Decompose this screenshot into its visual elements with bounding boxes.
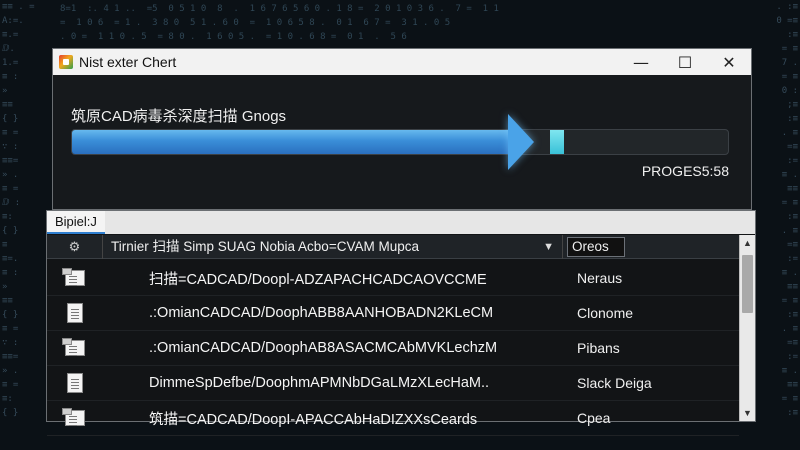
row-status: Neraus xyxy=(577,270,623,286)
progress-fill xyxy=(72,130,510,154)
row-status: Cpea xyxy=(577,410,611,426)
column-header: ⚙ Tirnier 扫描 Simp SUAG Nobia Acbo=CVAM M… xyxy=(47,234,739,259)
scroll-up-icon[interactable]: ▲ xyxy=(740,235,755,251)
scanner-window: Nist exter Chert — ☐ ✕ 筑原CAD病毒杀深度扫描 Gnog… xyxy=(52,48,752,210)
minimize-button[interactable]: — xyxy=(619,49,663,75)
row-status: Clonome xyxy=(577,305,634,321)
file-document-icon xyxy=(67,303,83,323)
file-stack-icon xyxy=(62,408,85,426)
progress-readout: PROGES5:58 xyxy=(641,163,729,179)
title-bar: Nist exter Chert — ☐ ✕ xyxy=(53,49,751,75)
row-path: .:OmianCADCAD/DoophAB8ASACMCAbMVKLechzM xyxy=(149,340,498,356)
row-status: Slack Deiga xyxy=(577,375,652,391)
maximize-button[interactable]: ☐ xyxy=(663,49,707,75)
file-stack-icon xyxy=(62,268,85,286)
column-status-header[interactable]: Oreos xyxy=(567,236,625,257)
table-row[interactable]: .:OmianCADCAD/DoophAB8ASACMCAbMVKLechzM … xyxy=(47,331,739,366)
background-code-top: 8=1 :. 4 1 .. =5 0 5 1 0 8 . 1 6 7 6 5 6… xyxy=(60,4,499,42)
background-code-left: ≡≡ . = A:=. ≡.= ⅅ. 1.= ≡ : » ≡≡ { } ≡ = … xyxy=(2,2,35,418)
table-row[interactable]: 筑描=CADCAD/DoopI-APACCAbHaDIZXXsCeards Cp… xyxy=(47,401,739,436)
scroll-thumb[interactable] xyxy=(742,255,753,313)
results-panel: Bipiel:J ⚙ Tirnier 扫描 Simp SUAG Nobia Ac… xyxy=(46,210,756,436)
table-row[interactable]: 扫描=CADCAD/Doopl-ADZAPACHCADCAOVCCME Nera… xyxy=(47,261,739,296)
scan-progress-bar xyxy=(71,114,729,170)
tab-results[interactable]: Bipiel:J xyxy=(47,211,105,234)
row-path: 筑描=CADCAD/DoopI-APACCAbHaDIZXXsCeards xyxy=(149,411,478,428)
file-document-icon xyxy=(67,373,83,393)
scroll-down-icon[interactable]: ▼ xyxy=(740,405,755,421)
table-row[interactable]: DimmeSpDefbe/DoophmAPMNbDGaLMzXLecHaM.. … xyxy=(47,366,739,401)
bug-icon: ⚙ xyxy=(68,238,81,254)
row-path: 扫描=CADCAD/Doopl-ADZAPACHCADCAOVCCME xyxy=(149,271,487,288)
panel-tab-bar: Bipiel:J xyxy=(47,211,755,234)
results-list: 扫描=CADCAD/Doopl-ADZAPACHCADCAOVCCME Nera… xyxy=(47,261,739,436)
row-path: DimmeSpDefbe/DoophmAPMNbDGaLMzXLecHaM.. xyxy=(149,375,490,391)
column-path-header[interactable]: Tirnier 扫描 Simp SUAG Nobia Acbo=CVAM Mup… xyxy=(103,234,563,259)
scan-title: 筑原CAD病毒杀深度扫描 Gnogs xyxy=(71,108,287,125)
vertical-scrollbar[interactable]: ▲ ▼ xyxy=(739,235,755,421)
progress-tip xyxy=(550,130,564,154)
progress-arrow-icon xyxy=(508,114,534,170)
column-path-label: Tirnier 扫描 Simp SUAG Nobia Acbo=CVAM Mup… xyxy=(111,238,419,254)
file-stack-icon xyxy=(62,338,85,356)
row-path: .:OmianCADCAD/DoophABB8AANHOBADN2KLeCM xyxy=(149,305,494,321)
row-status: Pibans xyxy=(577,340,620,356)
column-icon-header[interactable]: ⚙ xyxy=(47,234,103,259)
table-row[interactable]: .:OmianCADCAD/DoophABB8AANHOBADN2KLeCM C… xyxy=(47,296,739,331)
background-code-right: . :≡ 0 =≡ :≡ = ≡ 7 . = ≡ 0 : ;≡ :≡ . ≡ =… xyxy=(776,2,798,418)
chevron-down-icon[interactable]: ▼ xyxy=(543,235,554,259)
app-logo-icon xyxy=(59,55,73,69)
close-button[interactable]: ✕ xyxy=(707,49,751,75)
window-title: Nist exter Chert xyxy=(79,54,177,70)
